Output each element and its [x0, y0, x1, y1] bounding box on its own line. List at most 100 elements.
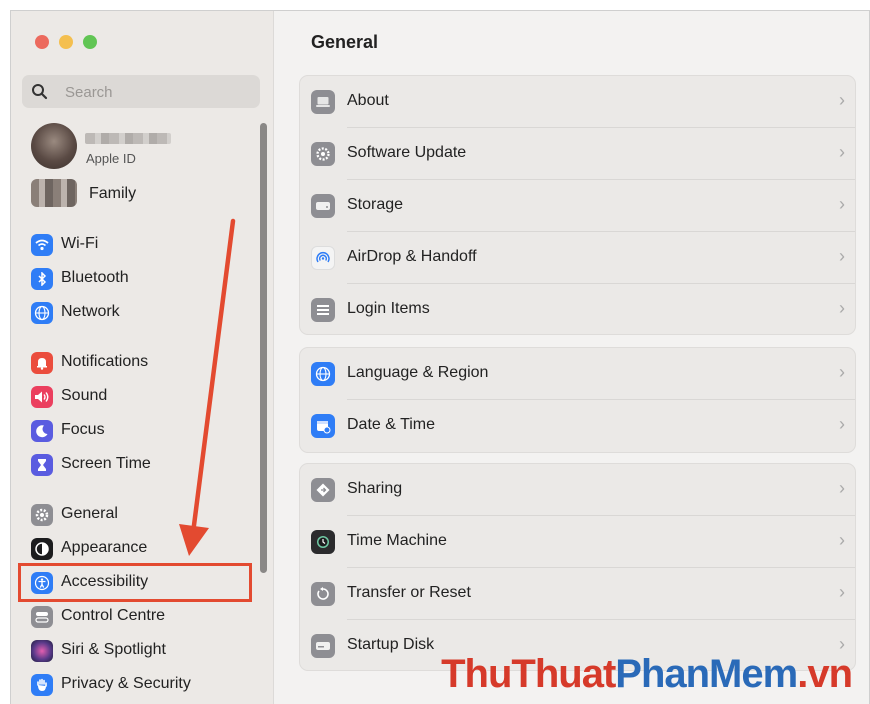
family-label: Family	[89, 185, 137, 202]
list-icon	[311, 298, 335, 322]
bluetooth-icon	[31, 268, 53, 290]
sidebar-item-label: Appearance	[61, 539, 148, 556]
row-label: About	[347, 92, 389, 109]
search-icon	[32, 84, 48, 100]
row-airdrop-handoff[interactable]: AirDrop & Handoff ›	[300, 232, 855, 284]
moon-icon	[31, 420, 53, 442]
wifi-icon	[31, 234, 53, 256]
sidebar: Search Apple ID Family Wi-Fi Bluetooth N…	[11, 11, 274, 704]
watermark: ThuThuatPhanMem.vn	[441, 652, 853, 697]
row-time-machine[interactable]: Time Machine ›	[300, 516, 855, 568]
sharing-icon	[311, 478, 335, 502]
row-about[interactable]: About ›	[300, 76, 855, 128]
chevron-right-icon: ›	[839, 478, 845, 498]
sidebar-item-label: General	[61, 505, 118, 522]
row-label: Software Update	[347, 144, 467, 161]
sidebar-scrollbar[interactable]	[260, 123, 267, 573]
row-language-region[interactable]: Language & Region ›	[300, 348, 855, 400]
system-settings-window: Search Apple ID Family Wi-Fi Bluetooth N…	[10, 10, 870, 704]
row-storage[interactable]: Storage ›	[300, 180, 855, 232]
sidebar-item-siri-spotlight[interactable]: Siri & Spotlight	[29, 637, 253, 665]
sidebar-item-general[interactable]: General	[29, 501, 253, 529]
watermark-part-3: .vn	[797, 652, 853, 696]
row-label: AirDrop & Handoff	[347, 248, 477, 265]
sidebar-item-label: Notifications	[61, 353, 149, 370]
row-label: Startup Disk	[347, 636, 435, 653]
hourglass-icon	[31, 454, 53, 476]
chevron-right-icon: ›	[839, 194, 845, 214]
apple-id-label: Apple ID	[86, 151, 136, 166]
appearance-icon	[31, 538, 53, 560]
airdrop-icon	[311, 246, 335, 270]
hand-icon	[31, 674, 53, 696]
watermark-part-2: PhanMem	[615, 652, 798, 696]
gear-icon	[31, 504, 53, 526]
sidebar-item-network[interactable]: Network	[29, 299, 253, 327]
sidebar-item-sound[interactable]: Sound	[29, 383, 253, 411]
control-centre-icon	[31, 606, 53, 628]
general-group-3: Sharing › Time Machine › Transfer or Res…	[299, 463, 856, 671]
sidebar-item-label: Bluetooth	[61, 269, 129, 286]
minimize-window-button[interactable]	[59, 35, 73, 49]
chevron-right-icon: ›	[839, 414, 845, 434]
main-pane: General About › Software Update › Storag…	[274, 11, 869, 704]
avatar	[31, 123, 77, 169]
accessibility-highlight-box	[18, 563, 252, 602]
siri-icon	[31, 640, 53, 662]
search-placeholder: Search	[65, 84, 113, 101]
sidebar-item-label: Control Centre	[61, 607, 166, 624]
sidebar-item-focus[interactable]: Focus	[29, 417, 253, 445]
row-label: Date & Time	[347, 416, 436, 433]
general-group-1: About › Software Update › Storage › AirD…	[299, 75, 856, 335]
row-label: Language & Region	[347, 364, 489, 381]
bell-icon	[31, 352, 53, 374]
family-avatar	[31, 179, 77, 207]
sidebar-item-privacy-security[interactable]: Privacy & Security	[29, 671, 253, 699]
sidebar-item-screen-time[interactable]: Screen Time	[29, 451, 253, 479]
chevron-right-icon: ›	[839, 142, 845, 162]
sidebar-item-label: Sound	[61, 387, 108, 404]
row-label: Login Items	[347, 300, 430, 317]
sidebar-item-label: Screen Time	[61, 455, 151, 472]
row-sharing[interactable]: Sharing ›	[300, 464, 855, 516]
drive-icon	[311, 194, 335, 218]
row-login-items[interactable]: Login Items ›	[300, 284, 855, 336]
gear-update-icon	[311, 142, 335, 166]
row-label: Storage	[347, 196, 404, 213]
search-field[interactable]: Search	[22, 75, 260, 108]
laptop-icon	[311, 90, 335, 114]
row-label: Transfer or Reset	[347, 584, 471, 601]
time-machine-icon	[311, 530, 335, 554]
sidebar-item-label: Focus	[61, 421, 105, 438]
page-title: General	[311, 32, 379, 52]
sidebar-item-label: Network	[61, 303, 120, 320]
row-label: Time Machine	[347, 532, 447, 549]
watermark-part-1: ThuThuat	[441, 652, 616, 696]
calendar-clock-icon	[311, 414, 335, 438]
close-window-button[interactable]	[35, 35, 49, 49]
globe-icon	[311, 362, 335, 386]
sidebar-item-label: Siri & Spotlight	[61, 641, 166, 658]
sidebar-item-bluetooth[interactable]: Bluetooth	[29, 265, 253, 293]
reset-icon	[311, 582, 335, 606]
sidebar-item-label: Wi-Fi	[61, 235, 99, 252]
zoom-window-button[interactable]	[83, 35, 97, 49]
sidebar-item-appearance[interactable]: Appearance	[29, 535, 253, 563]
chevron-right-icon: ›	[839, 362, 845, 382]
row-transfer-reset[interactable]: Transfer or Reset ›	[300, 568, 855, 620]
chevron-right-icon: ›	[839, 298, 845, 318]
sidebar-item-notifications[interactable]: Notifications	[29, 349, 253, 377]
row-software-update[interactable]: Software Update ›	[300, 128, 855, 180]
general-group-2: Language & Region › Date & Time ›	[299, 347, 856, 453]
disk-icon	[311, 634, 335, 658]
row-date-time[interactable]: Date & Time ›	[300, 400, 855, 452]
sidebar-item-wifi[interactable]: Wi-Fi	[29, 231, 253, 259]
row-label: Sharing	[347, 480, 403, 497]
chevron-right-icon: ›	[839, 530, 845, 550]
chevron-right-icon: ›	[839, 246, 845, 266]
chevron-right-icon: ›	[839, 90, 845, 110]
profile-name-blurred	[85, 133, 171, 144]
speaker-icon	[31, 386, 53, 408]
sidebar-item-control-centre[interactable]: Control Centre	[29, 603, 253, 631]
sidebar-item-label: Privacy & Security	[61, 675, 191, 692]
